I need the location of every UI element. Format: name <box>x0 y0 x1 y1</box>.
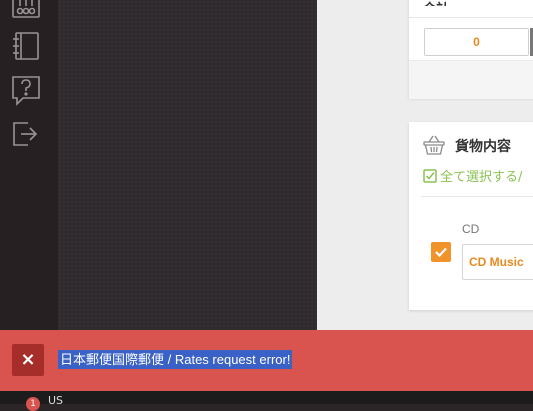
item-checkbox[interactable] <box>431 242 451 262</box>
checkbox-outline-icon <box>423 169 437 183</box>
error-alert: × 日本郵便国際郵便 / Rates request error! <box>0 330 533 391</box>
quantity-field[interactable]: 0 <box>424 28 529 56</box>
settings-sliders-icon[interactable] <box>10 0 42 20</box>
notification-badge: 1 <box>26 397 40 411</box>
help-question-icon[interactable] <box>10 74 42 106</box>
item-name-field[interactable]: CD Music <box>462 244 533 280</box>
cargo-card: 貨物内容 全て選択する/ CD CD Music <box>409 122 533 310</box>
select-all-link[interactable]: 全て選択する/ <box>423 166 533 186</box>
summary-card: 合計 0 <box>409 0 533 99</box>
select-all-label: 全て選択する/ <box>440 170 523 185</box>
notebook-icon[interactable] <box>10 30 42 62</box>
cargo-title: 貨物内容 <box>455 139 511 155</box>
summary-title: 合計 <box>423 0 449 6</box>
divider <box>421 196 533 197</box>
bottom-text: US <box>48 394 64 407</box>
alert-close-button[interactable]: × <box>12 344 44 376</box>
divider <box>409 17 533 18</box>
bottom-bar: 1 US <box>0 391 533 411</box>
logout-icon[interactable] <box>10 118 42 150</box>
item-code: CD <box>462 222 480 236</box>
alert-message: 日本郵便国際郵便 / Rates request error! <box>58 350 293 369</box>
summary-footer <box>409 60 533 99</box>
basket-icon <box>423 134 445 156</box>
